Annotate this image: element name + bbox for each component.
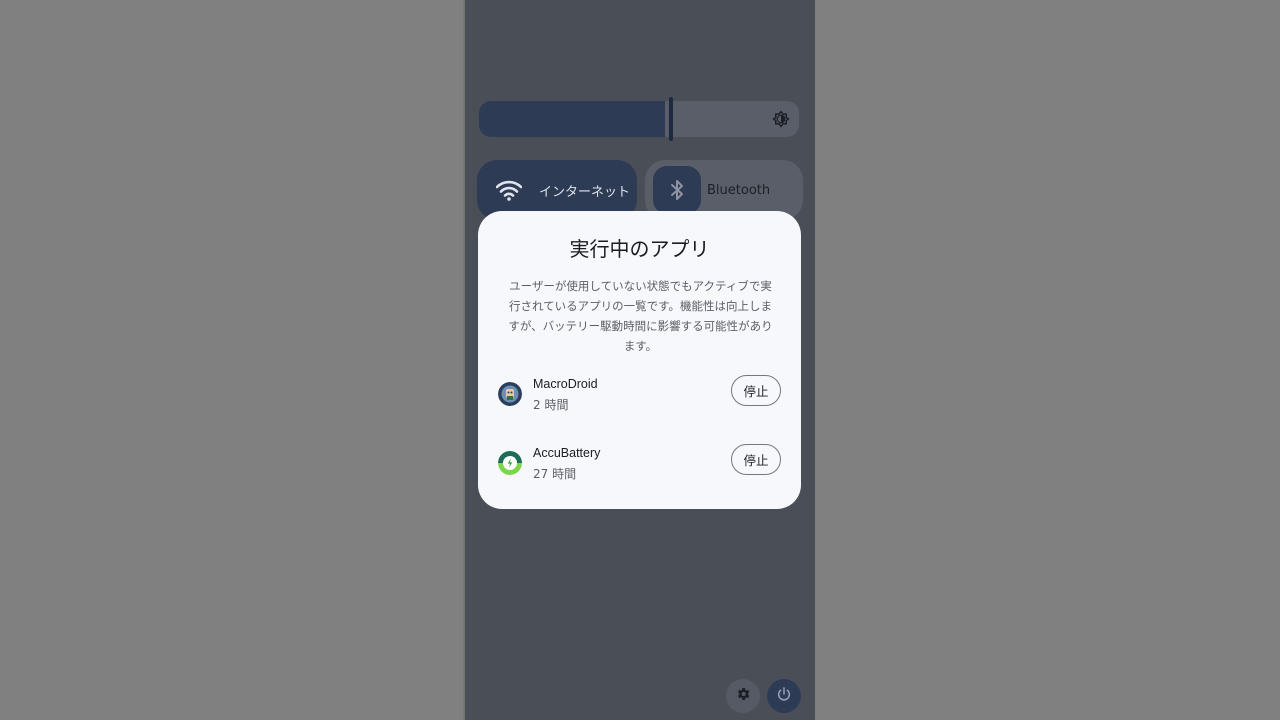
macrodroid-icon bbox=[498, 382, 522, 406]
power-button[interactable] bbox=[767, 679, 801, 713]
dialog-description-line: 行されているアプリの一覧です。機能性は向上しま bbox=[508, 299, 772, 313]
app-running-time: 2 時間 bbox=[533, 398, 569, 412]
gear-icon bbox=[735, 686, 751, 706]
app-running-time: 27 時間 bbox=[533, 467, 577, 481]
dialog-description-line: ます。 bbox=[623, 339, 658, 353]
brightness-slider[interactable] bbox=[479, 97, 799, 141]
dialog-description-line: ユーザーが使用していない状態でもアクティブで実 bbox=[509, 279, 772, 293]
dialog-description: ユーザーが使用していない状態でもアクティブで実 行されているアプリの一覧です。機… bbox=[498, 276, 783, 356]
dialog-title: 実行中のアプリ bbox=[569, 237, 710, 261]
bluetooth-icon bbox=[653, 166, 701, 214]
brightness-icon bbox=[771, 109, 791, 129]
wifi-icon bbox=[485, 166, 533, 214]
accubattery-icon bbox=[498, 451, 522, 475]
running-apps-dialog: 実行中のアプリ ユーザーが使用していない状態でもアクティブで実 行されているアプ… bbox=[478, 211, 801, 509]
tile-internet-label: インターネット bbox=[539, 184, 631, 200]
settings-button[interactable] bbox=[726, 679, 760, 713]
screen: インターネット Bluetooth 実行中のアプリ ユーザーが使用していない状態… bbox=[0, 0, 1280, 720]
app-name: MacroDroid bbox=[533, 377, 598, 391]
brightness-slider-handle[interactable] bbox=[669, 97, 673, 141]
stop-button-accubattery[interactable]: 停止 bbox=[731, 444, 781, 475]
app-row-accubattery: AccuBattery 27 時間 停止 bbox=[498, 444, 781, 484]
app-row-macrodroid: MacroDroid 2 時間 停止 bbox=[498, 375, 781, 415]
app-name: AccuBattery bbox=[533, 446, 601, 460]
power-icon bbox=[776, 686, 792, 706]
dialog-description-line: すが、バッテリー駆動時間に影響する可能性があり bbox=[508, 319, 773, 333]
stop-button-macrodroid[interactable]: 停止 bbox=[731, 375, 781, 406]
tile-bluetooth-label: Bluetooth bbox=[707, 182, 771, 198]
brightness-slider-fill bbox=[479, 101, 665, 137]
